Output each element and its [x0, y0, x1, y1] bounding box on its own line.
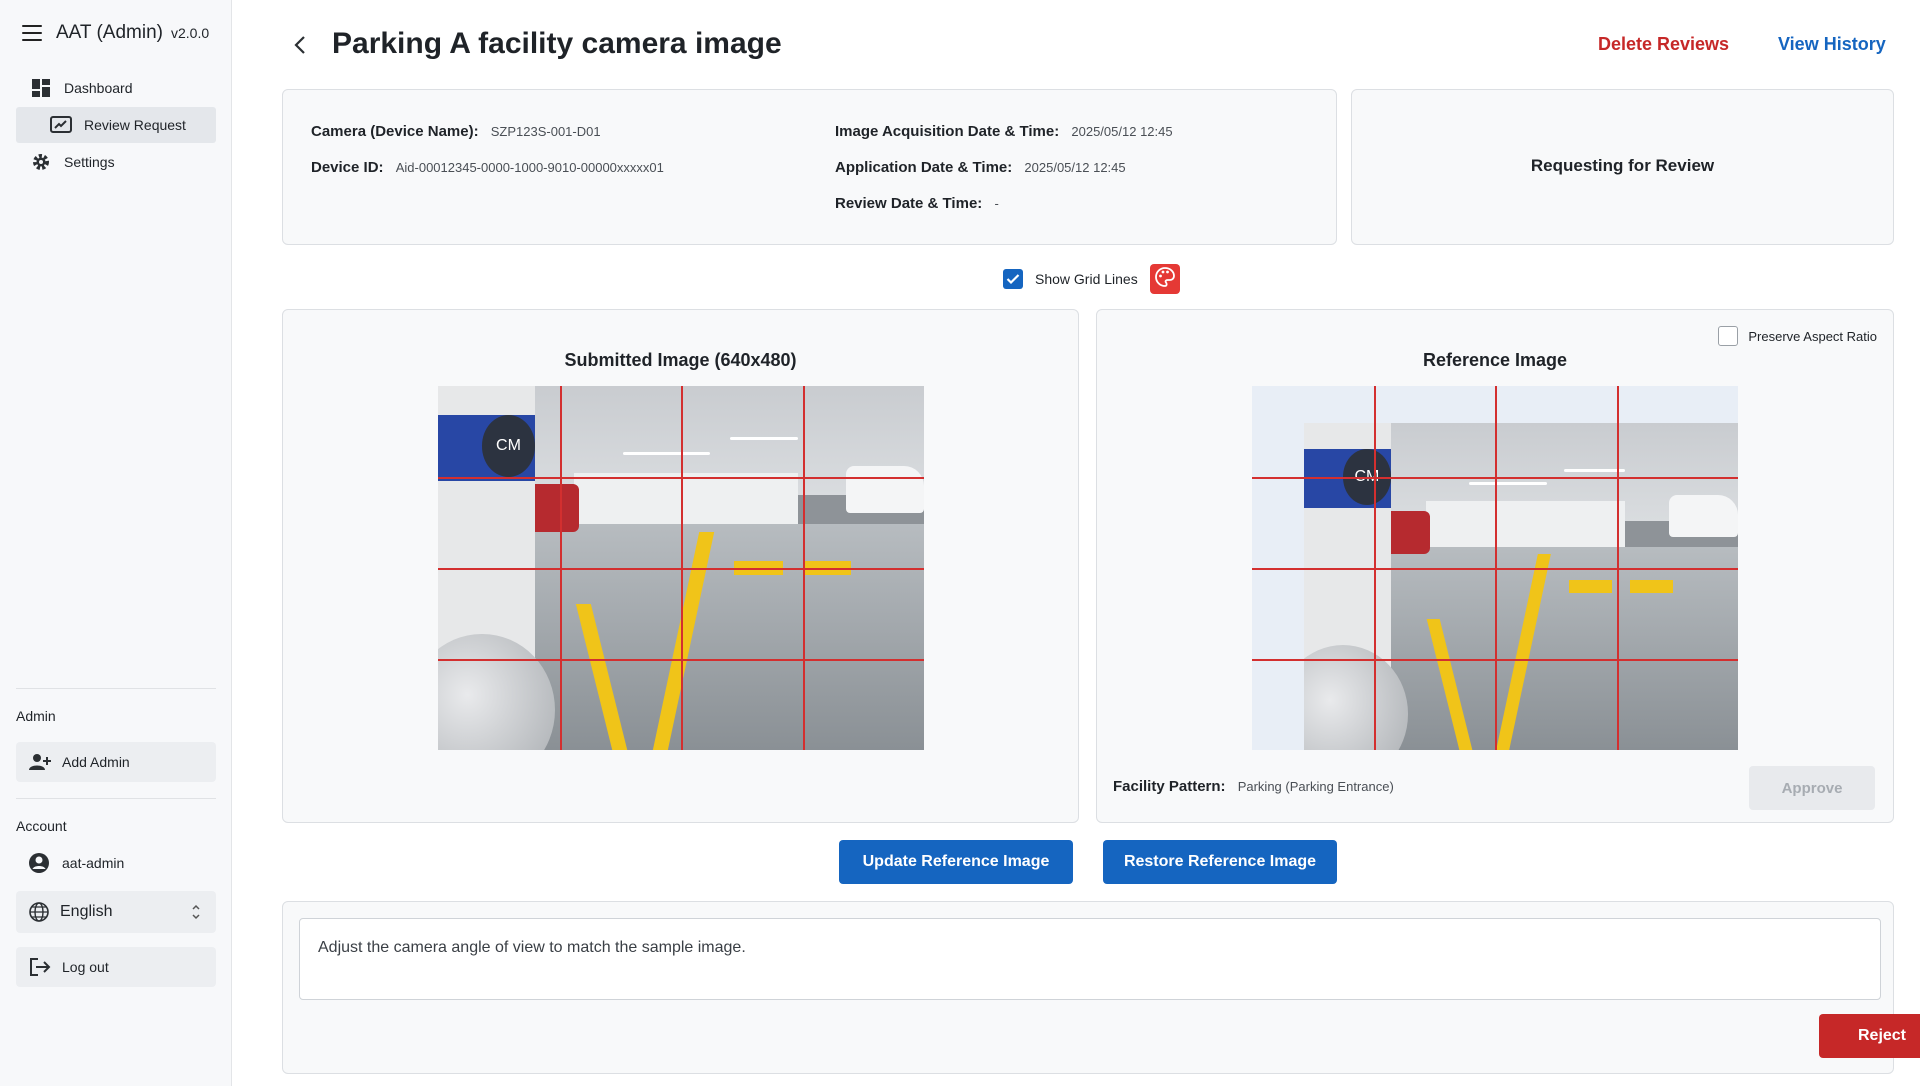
add-admin-label: Add Admin [62, 754, 130, 770]
show-grid-checkbox[interactable] [1003, 269, 1023, 289]
reference-image-panel: Preserve Aspect Ratio Reference Image Fa… [1096, 309, 1894, 823]
user-avatar-icon [28, 852, 50, 874]
camera-value: SZP123S-001-D01 [490, 124, 601, 139]
hamburger-menu-icon[interactable] [22, 25, 42, 41]
language-value: English [60, 903, 113, 920]
acquisition-info: Image Acquisition Date & Time: 2025/05/1… [835, 123, 1173, 140]
logout-label: Log out [62, 959, 109, 975]
device-id-info: Device ID: Aid-00012345-0000-1000-9010-0… [311, 159, 664, 176]
app-title: AAT (Admin) [56, 22, 163, 43]
application-label: Application Date & Time: [835, 159, 1013, 176]
sidebar-item-label: Review Request [84, 117, 186, 133]
review-date-label: Review Date & Time: [835, 195, 983, 212]
camera-label: Camera (Device Name): [311, 123, 479, 140]
review-comment-input[interactable]: Adjust the camera angle of view to match… [299, 918, 1881, 1000]
logout-button[interactable]: Log out [16, 947, 216, 987]
device-id-value: Aid-00012345-0000-1000-9010-00000xxxxx01 [395, 160, 664, 175]
delete-reviews-link[interactable]: Delete Reviews [1598, 34, 1729, 55]
view-history-link[interactable]: View History [1778, 34, 1886, 55]
sidebar-divider [16, 798, 216, 799]
back-arrow-icon[interactable] [290, 34, 312, 56]
reference-image-title: Reference Image [1422, 350, 1568, 370]
logout-icon [28, 956, 52, 978]
approve-button[interactable]: Approve [1749, 766, 1875, 810]
review-date-value: - [994, 196, 999, 211]
submitted-image: CM [438, 386, 924, 750]
sidebar-item-review-request[interactable]: Review Request [16, 107, 216, 143]
app-header: AAT (Admin) v2.0.0 [22, 20, 209, 46]
show-grid-toggle[interactable]: Show Grid Lines [1003, 268, 1138, 290]
submitted-image-title: Submitted Image (640x480) [564, 350, 797, 370]
palette-button[interactable] [1150, 264, 1180, 294]
status-text: Requesting for Review [1530, 156, 1715, 175]
page-title: Parking A facility camera image [332, 27, 782, 60]
device-id-label: Device ID: [311, 159, 384, 176]
update-reference-button[interactable]: Update Reference Image [839, 840, 1073, 884]
sidebar-divider [16, 688, 216, 689]
sidebar-item-dashboard[interactable]: Dashboard [16, 70, 216, 106]
username: aat-admin [62, 855, 125, 871]
restore-reference-button[interactable]: Restore Reference Image [1103, 840, 1337, 884]
facility-pattern-value: Parking (Parking Entrance) [1237, 779, 1394, 794]
preserve-aspect-toggle[interactable]: Preserve Aspect Ratio [1718, 326, 1877, 346]
add-user-icon [28, 751, 52, 773]
device-info-card: Camera (Device Name): SZP123S-001-D01 De… [282, 89, 1337, 245]
account-section-label: Account [16, 818, 67, 834]
preserve-aspect-checkbox[interactable] [1718, 326, 1739, 346]
admin-section-label: Admin [16, 708, 56, 724]
reference-image: CM [1252, 386, 1738, 750]
application-value: 2025/05/12 12:45 [1024, 160, 1126, 175]
submitted-image-panel: Submitted Image (640x480) CM [282, 309, 1079, 823]
sidebar-item-settings[interactable]: Settings [16, 144, 216, 180]
camera-info: Camera (Device Name): SZP123S-001-D01 [311, 123, 601, 140]
reject-button[interactable]: Reject [1819, 1014, 1920, 1058]
sidebar: AAT (Admin) v2.0.0 Dashboard Review Requ… [0, 0, 232, 1086]
facility-pattern: Facility Pattern: Parking (Parking Entra… [1113, 778, 1394, 795]
sidebar-item-label: Dashboard [64, 80, 133, 96]
acquisition-label: Image Acquisition Date & Time: [835, 123, 1060, 140]
facility-pattern-label: Facility Pattern: [1113, 778, 1226, 795]
language-select[interactable]: English [16, 891, 216, 933]
add-admin-button[interactable]: Add Admin [16, 742, 216, 782]
palette-icon [1154, 266, 1176, 293]
review-icon [50, 114, 72, 136]
status-card: Requesting for Review [1351, 89, 1894, 245]
app-version: v2.0.0 [171, 25, 210, 41]
show-grid-label: Show Grid Lines [1035, 271, 1138, 287]
sidebar-item-label: Settings [64, 154, 115, 170]
account-user: aat-admin [16, 845, 216, 881]
parking-scene-image: CM [1304, 423, 1738, 750]
globe-icon [28, 901, 50, 923]
dashboard-icon [30, 77, 52, 99]
cm-sign: CM [481, 415, 536, 477]
reference-scene-wrap: CM [1304, 423, 1738, 750]
application-info: Application Date & Time: 2025/05/12 12:4… [835, 159, 1126, 176]
review-date-info: Review Date & Time: - [835, 195, 999, 212]
acquisition-value: 2025/05/12 12:45 [1071, 124, 1173, 139]
chevron-updown-icon [190, 902, 202, 922]
gear-icon [30, 151, 52, 173]
review-comment-card: Adjust the camera angle of view to match… [282, 901, 1920, 1074]
preserve-aspect-label: Preserve Aspect Ratio [1748, 328, 1877, 344]
